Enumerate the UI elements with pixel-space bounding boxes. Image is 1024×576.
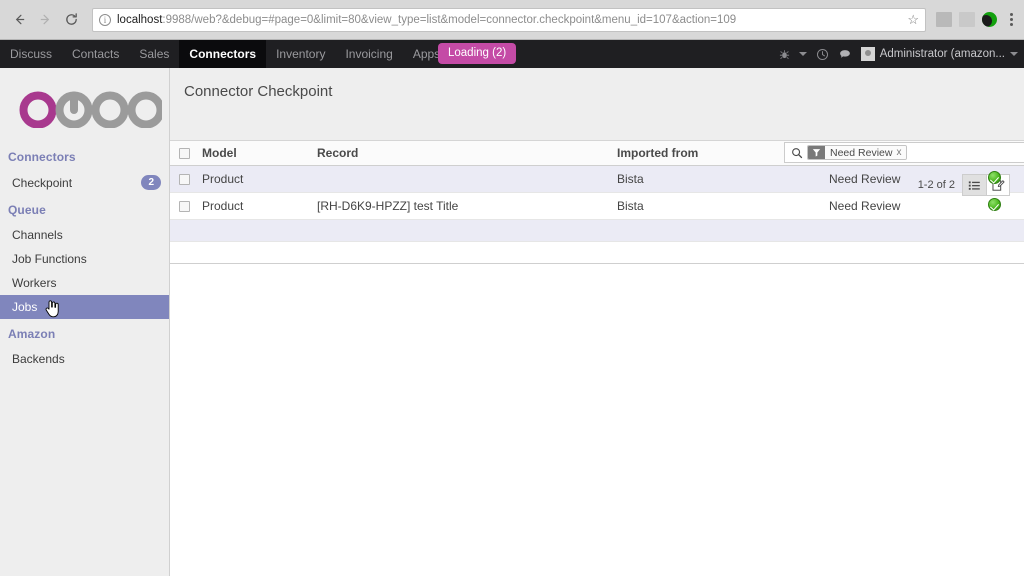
menu-item-sales[interactable]: Sales — [129, 40, 179, 68]
odoo-logo-icon — [19, 91, 162, 128]
browser-toolbar: i localhost:9988/web?&debug=#page=0&limi… — [0, 0, 1024, 40]
checkbox-icon[interactable] — [179, 148, 190, 160]
bug-icon[interactable] — [779, 49, 790, 60]
sidebar-item-backends[interactable]: Backends — [0, 347, 169, 371]
cell-model: Product — [196, 165, 311, 193]
sidebar-item-channels[interactable]: Channels — [0, 223, 169, 247]
table-spacer-row — [170, 241, 1024, 264]
green-check-icon[interactable] — [988, 171, 1001, 184]
cell-imported-from: Bista — [611, 165, 823, 193]
address-bar[interactable]: i localhost:9988/web?&debug=#page=0&limi… — [92, 7, 926, 32]
clock-icon[interactable] — [816, 48, 829, 61]
sidebar-section-amazon: Amazon — [8, 327, 56, 341]
search-icon — [789, 147, 807, 159]
select-all-cell[interactable] — [170, 141, 196, 166]
column-header-record[interactable]: Record — [311, 141, 611, 166]
avatar — [860, 47, 875, 61]
systray: Administrator (amazon... — [779, 40, 1024, 68]
sidebar: Connectors Checkpoint 2 Queue Channels J… — [0, 68, 170, 576]
sidebar-item-label: Channels — [12, 228, 63, 242]
sidebar-item-label: Jobs — [12, 300, 38, 314]
sidebar-item-jobs[interactable]: Jobs — [0, 295, 169, 319]
reload-button[interactable] — [58, 7, 84, 33]
cell-state[interactable] — [982, 192, 1024, 220]
cell-status: Need Review — [823, 192, 982, 220]
search-facet-need-review[interactable]: Need Review x — [807, 145, 908, 160]
menu-item-inventory[interactable]: Inventory — [266, 40, 335, 68]
close-icon[interactable]: x — [896, 147, 901, 158]
sidebar-item-label: Job Functions — [12, 252, 87, 266]
url-path: :9988/web?&debug=#page=0&limit=80&view_t… — [162, 13, 737, 26]
cell-model: Product — [196, 192, 311, 220]
menu-item-invoicing[interactable]: Invoicing — [335, 40, 402, 68]
menu-item-connectors[interactable]: Connectors — [179, 40, 267, 68]
list-view: Model Record Imported from Status Produc… — [170, 141, 1024, 576]
search-input[interactable]: Need Review x — [784, 142, 1024, 163]
sidebar-item-label: Workers — [12, 276, 57, 290]
facet-content: Need Review x — [825, 146, 907, 159]
extension-icon-1[interactable] — [936, 12, 952, 27]
debug-chevron-down-icon[interactable] — [798, 52, 807, 56]
main-content: Connector Checkpoint Need Review x 1-2 o… — [170, 68, 1024, 576]
forward-button[interactable] — [32, 7, 58, 33]
checkbox-icon[interactable] — [179, 201, 190, 213]
odoo-top-navbar: Discuss Contacts Sales Connectors Invent… — [0, 40, 1024, 68]
sidebar-item-workers[interactable]: Workers — [0, 271, 169, 295]
page-info-icon[interactable]: i — [99, 13, 111, 26]
cell-record — [311, 165, 611, 193]
extension-icon-2[interactable] — [959, 12, 975, 27]
user-chevron-down-icon[interactable] — [1010, 52, 1018, 56]
facet-label-text: Need Review — [830, 146, 893, 159]
sidebar-section-connectors: Connectors — [8, 150, 76, 164]
sidebar-item-job-functions[interactable]: Job Functions — [0, 247, 169, 271]
cell-imported-from: Bista — [611, 192, 823, 220]
chat-bubble-icon[interactable] — [838, 48, 852, 61]
control-panel: Connector Checkpoint Need Review x 1-2 o… — [170, 68, 1024, 196]
back-button[interactable] — [6, 7, 32, 33]
main-menu: Discuss Contacts Sales Connectors Invent… — [0, 40, 514, 68]
sidebar-item-label: Backends — [12, 352, 65, 366]
sidebar-section-queue: Queue — [8, 203, 46, 217]
pointing-hand-cursor — [44, 299, 61, 321]
table-row[interactable]: Product [RH-D6K9-HPZZ] test Title Bista … — [170, 192, 1024, 220]
table-row[interactable]: Product Bista Need Review — [170, 165, 1024, 193]
status-badge: 2 — [141, 175, 161, 190]
page-title: Connector Checkpoint — [184, 83, 333, 100]
row-checkbox-cell[interactable] — [170, 165, 196, 193]
sidebar-item-checkpoint[interactable]: Checkpoint 2 — [0, 170, 169, 195]
row-checkbox-cell[interactable] — [170, 192, 196, 220]
url-host: localhost — [117, 13, 163, 26]
menu-item-discuss[interactable]: Discuss — [0, 40, 62, 68]
green-check-icon[interactable] — [988, 198, 1001, 211]
table-footer-row — [170, 219, 1024, 242]
cell-record: [RH-D6K9-HPZZ] test Title — [311, 192, 611, 220]
pager-counter: 1-2 of 2 — [917, 179, 955, 191]
odoo-logo[interactable] — [0, 68, 169, 142]
browser-actions — [932, 12, 1018, 27]
menu-item-contacts[interactable]: Contacts — [62, 40, 129, 68]
loading-indicator: Loading (2) — [438, 43, 517, 64]
filter-funnel-icon — [808, 146, 825, 159]
user-menu[interactable]: Administrator (amazon... — [860, 47, 1018, 61]
column-header-model[interactable]: Model — [196, 141, 311, 166]
checkbox-icon[interactable] — [179, 174, 190, 186]
profile-avatar-icon[interactable] — [982, 12, 997, 27]
list-view-button[interactable] — [963, 175, 986, 195]
user-name-label: Administrator (amazon... — [879, 48, 1005, 60]
view-switcher — [962, 174, 1010, 196]
app-body: Connectors Checkpoint 2 Queue Channels J… — [0, 68, 1024, 576]
sidebar-item-label: Checkpoint — [12, 175, 73, 190]
kebab-menu-icon[interactable] — [1004, 13, 1018, 26]
star-icon[interactable]: ☆ — [901, 12, 919, 28]
